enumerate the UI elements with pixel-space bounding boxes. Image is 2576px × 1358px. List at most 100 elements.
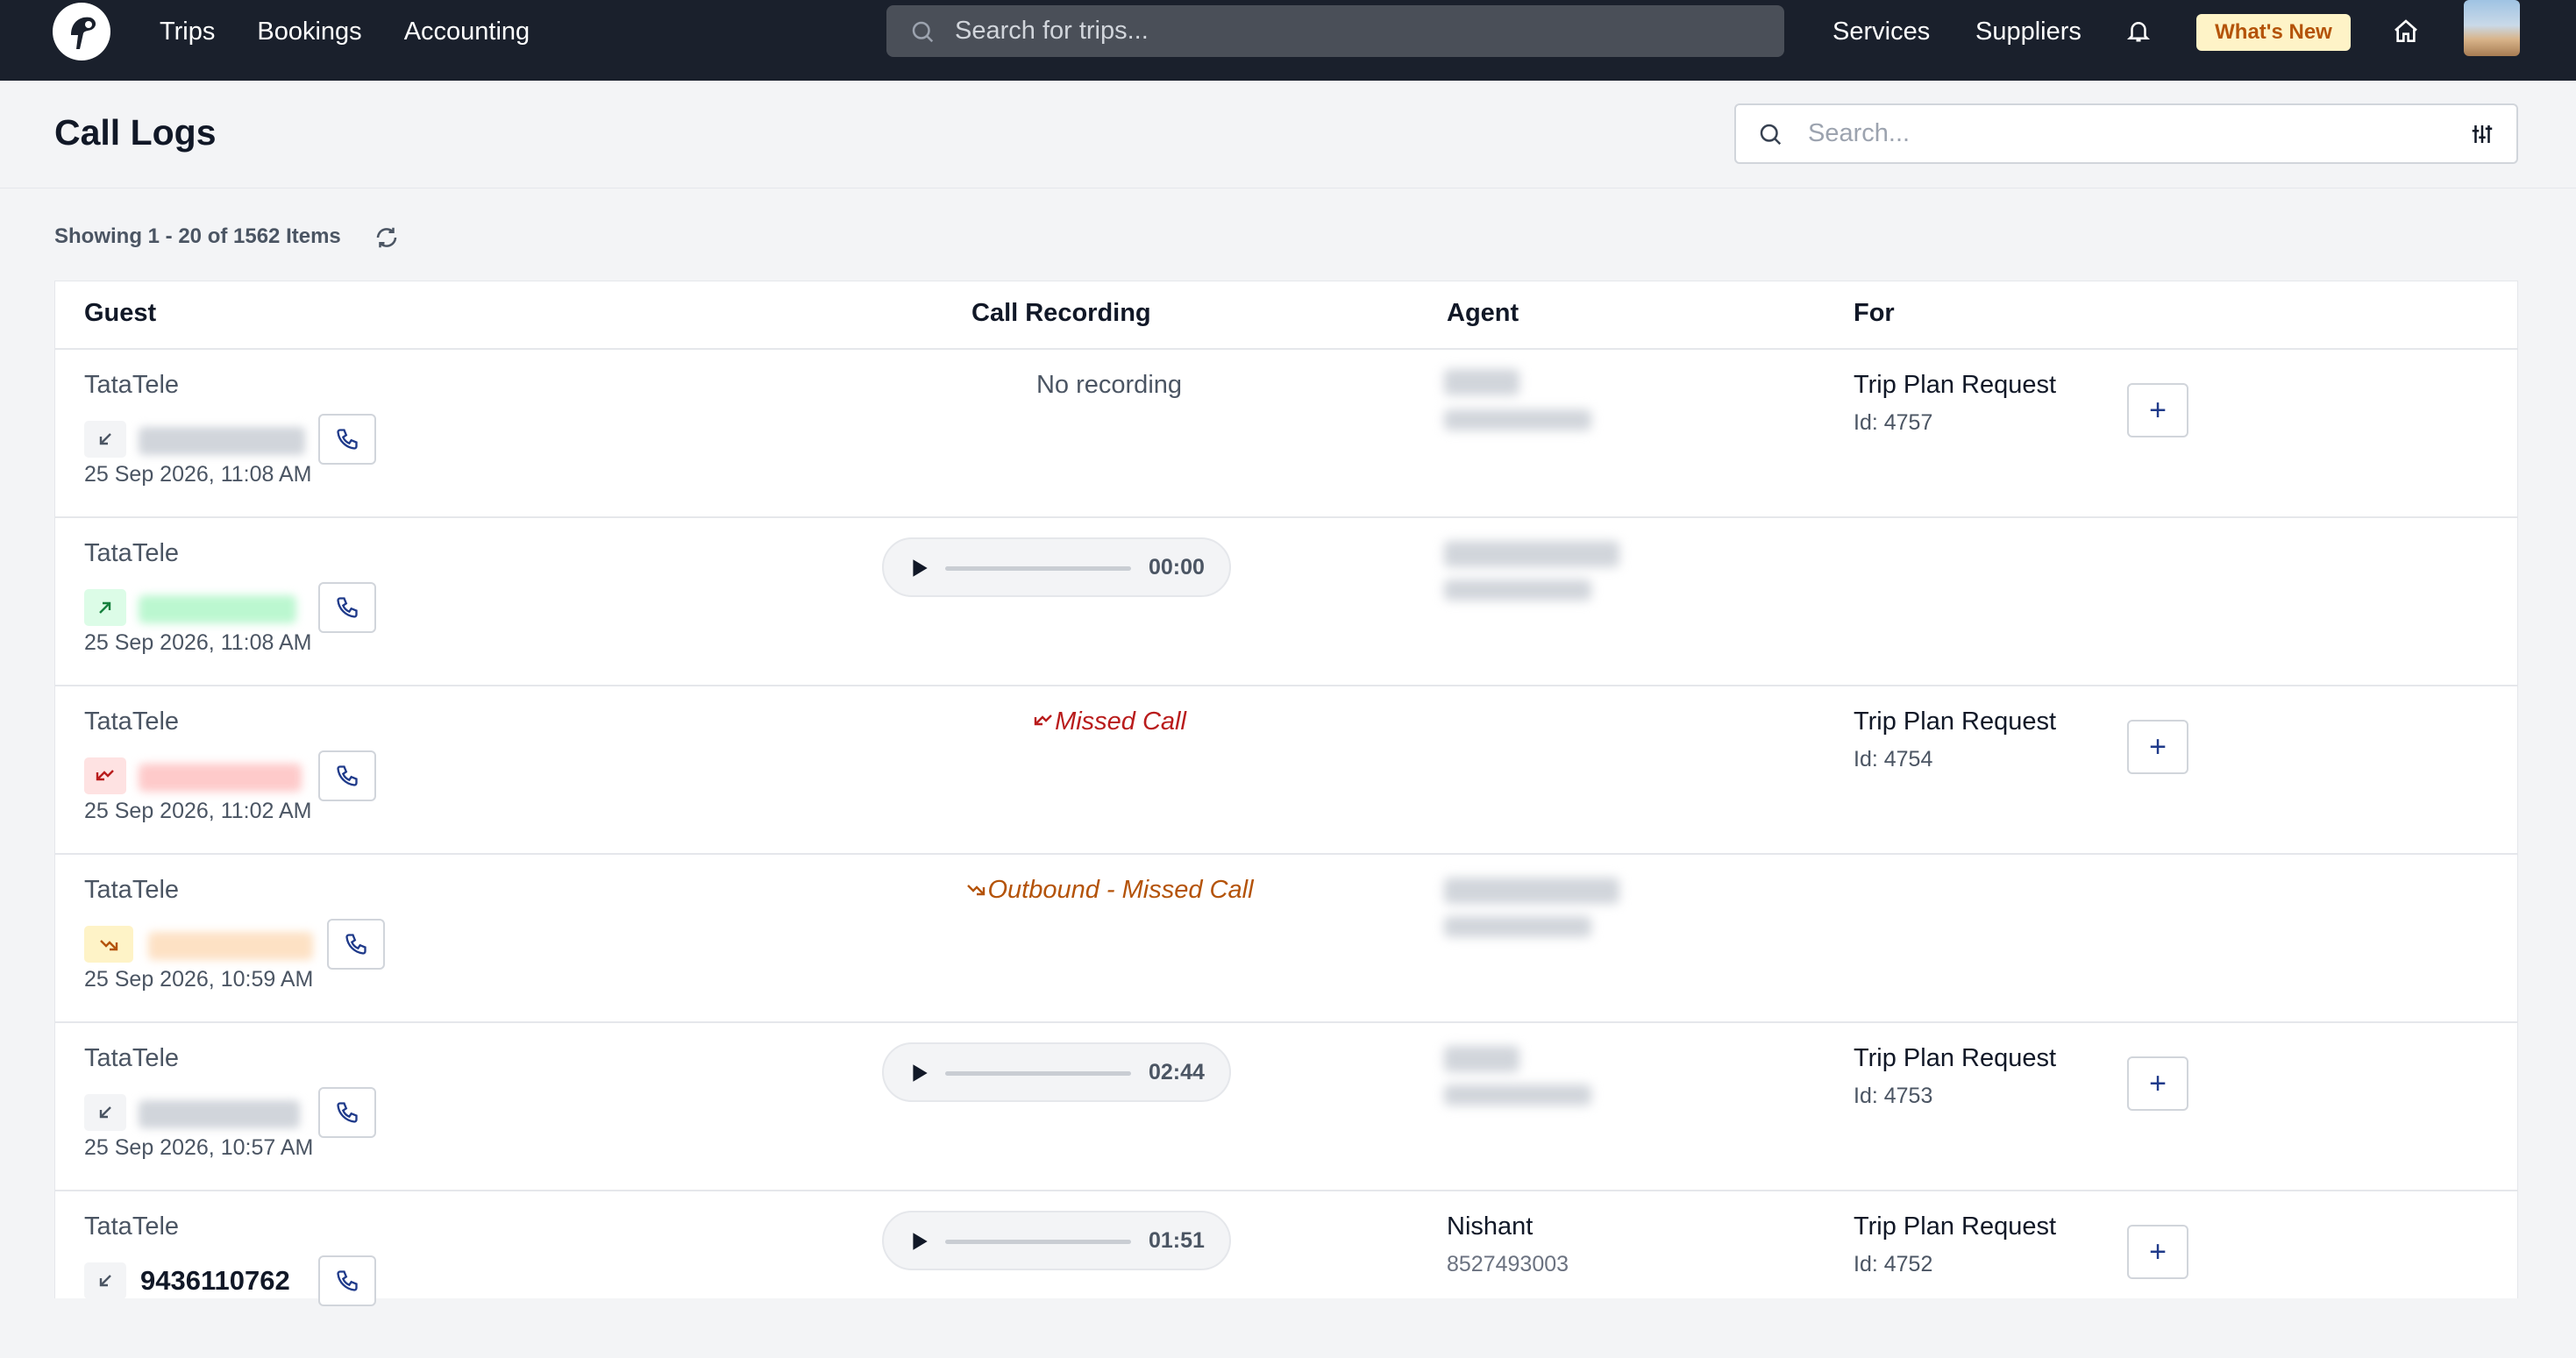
inbound-call-icon [84, 421, 126, 458]
for-title[interactable]: Trip Plan Request [1854, 371, 2056, 400]
for-title[interactable]: Trip Plan Request [1854, 707, 2056, 736]
agent-phone-redacted [1444, 1084, 1591, 1106]
user-avatar[interactable] [2464, 0, 2520, 56]
add-button[interactable]: + [2127, 1056, 2188, 1111]
call-log-search-box [1734, 103, 2518, 164]
call-timestamp: 25 Sep 2026, 11:08 AM [84, 462, 312, 487]
home-icon[interactable] [2392, 18, 2420, 50]
for-title[interactable]: Trip Plan Request [1854, 1044, 2056, 1073]
table-header: Guest Call Recording Agent For [55, 281, 2517, 350]
search-icon [909, 17, 939, 46]
call-guest-button[interactable] [327, 919, 385, 970]
agent-phone-redacted [1444, 579, 1591, 601]
agent-phone-redacted [1444, 409, 1591, 430]
col-for: For [1854, 299, 1895, 327]
table-row: TataTele 25 Sep 2026, 11:08 AM 00:00 [55, 516, 2517, 686]
page-header: Call Logs [0, 81, 2576, 188]
call-provider: TataTele [84, 371, 180, 399]
nav-accounting[interactable]: Accounting [404, 18, 530, 46]
call-provider: TataTele [84, 1212, 180, 1241]
agent-phone: 8527493003 [1447, 1252, 1569, 1276]
agent-name-redacted [1444, 369, 1519, 395]
audio-progress-track[interactable] [945, 1071, 1131, 1076]
for-id: Id: 4754 [1854, 747, 1933, 771]
missed-call-status: Missed Call [881, 707, 1337, 736]
table-row: TataTele 25 Sep 2026, 11:02 AM Missed Ca… [55, 685, 2517, 855]
audio-player[interactable]: 02:44 [882, 1042, 1231, 1102]
call-guest-button[interactable] [318, 1087, 376, 1138]
call-guest-button[interactable] [318, 1255, 376, 1306]
agent-phone-redacted [1444, 916, 1591, 937]
nav-services[interactable]: Services [1832, 18, 1930, 46]
trip-search-input[interactable] [953, 16, 1746, 46]
call-provider: TataTele [84, 707, 180, 736]
audio-time: 00:00 [1149, 555, 1205, 579]
agent-name: Nishant [1447, 1212, 1534, 1241]
call-provider: TataTele [84, 1044, 180, 1072]
call-timestamp: 25 Sep 2026, 11:02 AM [84, 799, 312, 823]
filter-sliders-icon[interactable] [2469, 121, 2495, 152]
call-timestamp: 25 Sep 2026, 11:08 AM [84, 630, 312, 655]
missed-call-icon [1034, 715, 1052, 726]
nav-suppliers[interactable]: Suppliers [1975, 18, 2081, 46]
call-guest-button[interactable] [318, 582, 376, 633]
nav-bookings[interactable]: Bookings [257, 18, 361, 46]
outbound-missed-text: Outbound - Missed Call [987, 876, 1254, 904]
missed-call-icon [84, 757, 126, 794]
search-icon [1757, 120, 1785, 148]
audio-time: 01:51 [1149, 1228, 1205, 1253]
agent-name-redacted [1444, 878, 1619, 904]
guest-phone-redacted [148, 932, 313, 960]
for-id: Id: 4753 [1854, 1084, 1933, 1108]
call-log-search-input[interactable] [1806, 118, 2441, 149]
agent-name-redacted [1444, 541, 1619, 567]
guest-phone-redacted [139, 427, 305, 455]
call-logs-table: Guest Call Recording Agent For TataTele … [54, 281, 2518, 1306]
audio-progress-track[interactable] [945, 566, 1131, 571]
call-guest-button[interactable] [318, 750, 376, 801]
app-logo[interactable] [53, 3, 110, 60]
audio-player[interactable]: 00:00 [882, 537, 1231, 597]
audio-progress-track[interactable] [945, 1240, 1131, 1244]
missed-call-text: Missed Call [1055, 707, 1186, 736]
whats-new-button[interactable]: What's New [2196, 14, 2351, 51]
add-button[interactable]: + [2127, 720, 2188, 774]
inbound-call-icon [84, 1262, 126, 1299]
guest-phone-redacted [139, 764, 302, 792]
agent-name-redacted [1444, 1046, 1519, 1072]
guest-phone: 9436110762 [140, 1265, 290, 1296]
top-navbar: Trips Bookings Accounting Services Suppl… [0, 0, 2576, 81]
table-row: TataTele 9436110762 01:51 Nishant 852749… [55, 1190, 2517, 1358]
primary-nav: Trips Bookings Accounting [160, 0, 530, 63]
audio-time: 02:44 [1149, 1060, 1205, 1084]
outbound-call-icon [84, 589, 126, 626]
table-row: TataTele 25 Sep 2026, 10:57 AM 02:44 Tri… [55, 1021, 2517, 1191]
play-icon[interactable] [908, 1062, 931, 1089]
play-icon[interactable] [908, 1230, 931, 1257]
guest-phone-redacted [139, 595, 296, 623]
col-guest: Guest [84, 299, 157, 327]
col-call-recording: Call Recording [971, 299, 1151, 327]
outbound-missed-icon [967, 885, 986, 896]
bell-icon[interactable] [2125, 18, 2152, 48]
outbound-missed-icon [84, 926, 133, 963]
call-guest-button[interactable] [318, 414, 376, 465]
call-timestamp: 25 Sep 2026, 10:59 AM [84, 967, 314, 992]
audio-player[interactable]: 01:51 [882, 1211, 1231, 1270]
pagination-summary: Showing 1 - 20 of 1562 Items [54, 224, 341, 248]
call-timestamp: 25 Sep 2026, 10:57 AM [84, 1135, 314, 1160]
add-button[interactable]: + [2127, 383, 2188, 437]
table-row: TataTele 25 Sep 2026, 11:08 AM No record… [55, 348, 2517, 518]
add-button[interactable]: + [2127, 1225, 2188, 1279]
table-row: TataTele 25 Sep 2026, 10:59 AM Outbound … [55, 853, 2517, 1023]
nav-trips[interactable]: Trips [160, 18, 215, 46]
play-icon[interactable] [908, 557, 931, 584]
col-agent: Agent [1447, 299, 1519, 327]
logo-icon [71, 17, 96, 49]
refresh-icon[interactable] [374, 224, 400, 251]
outbound-missed-status: Outbound - Missed Call [881, 876, 1337, 905]
page-title: Call Logs [54, 112, 217, 153]
for-id: Id: 4752 [1854, 1252, 1933, 1276]
call-provider: TataTele [84, 876, 180, 904]
for-title[interactable]: Trip Plan Request [1854, 1212, 2056, 1241]
